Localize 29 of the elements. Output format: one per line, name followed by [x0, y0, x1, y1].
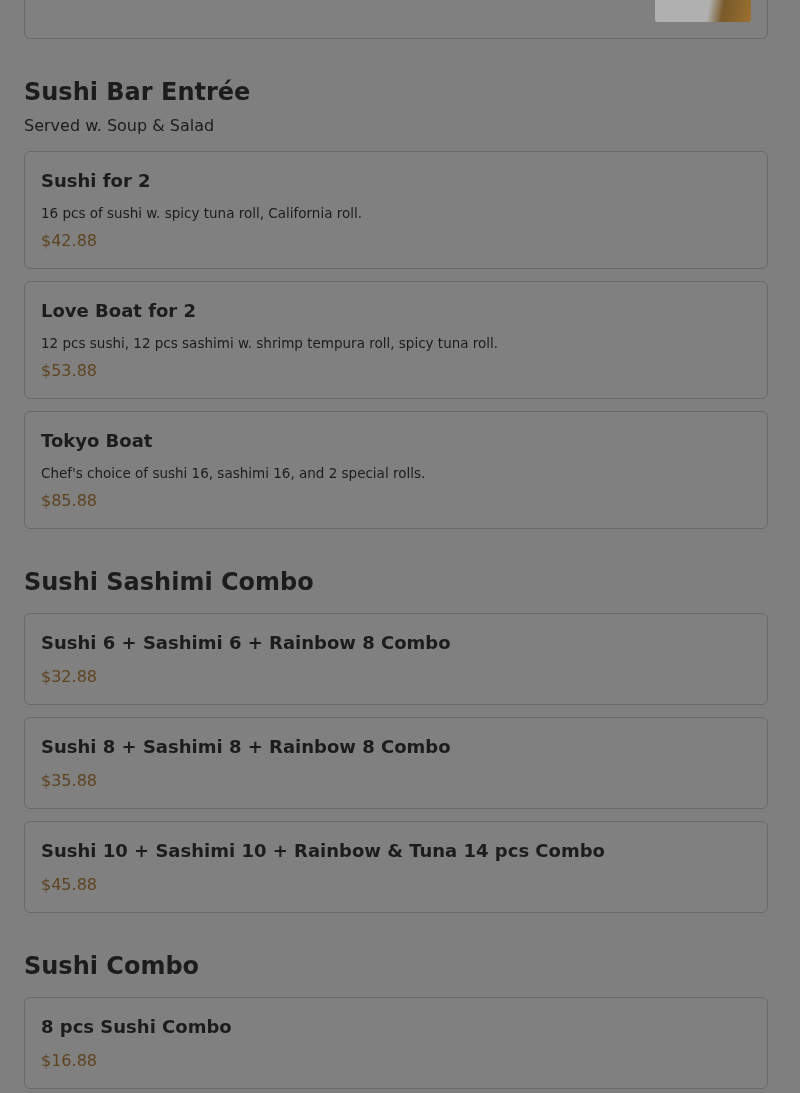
item-price: $35.88	[41, 770, 98, 792]
menu-item-card[interactable]: Tokyo Boat Chef's choice of sushi 16, sashimi 16, and 2 special rolls. $85.88	[24, 411, 768, 529]
item-name: Sushi 6 + Sashimi 6 + Rainbow 8 Combo	[41, 631, 452, 655]
menu-item-card[interactable]: Sushi 8 + Sashimi 8 + Rainbow 8 Combo $35.88	[24, 717, 768, 809]
item-price: $16.88	[41, 1050, 98, 1072]
item-name: Sushi for 2	[41, 169, 152, 193]
menu-item-card[interactable]: Love Boat for 2 12 pcs sushi, 12 pcs sashimi w. shrimp tempura roll, spicy tuna roll. $53.88	[24, 281, 768, 399]
section-heading: Sushi Bar Entrée	[24, 77, 252, 108]
section-heading: Sushi Sashimi Combo	[24, 567, 315, 598]
menu-item-card[interactable]: Sushi 6 + Sashimi 6 + Rainbow 8 Combo $32.88	[24, 613, 768, 705]
item-name: Tokyo Boat	[41, 429, 154, 453]
item-price: $42.88	[41, 230, 98, 252]
item-name: 8 pcs Sushi Combo	[41, 1015, 233, 1039]
menu-item-card[interactable]: Sushi 10 + Sashimi 10 + Rainbow & Tuna 14 pcs Combo $45.88	[24, 821, 768, 913]
item-price: $45.88	[41, 874, 98, 896]
section-subtitle: Served w. Soup & Salad	[24, 115, 216, 137]
item-description: 16 pcs of sushi w. spicy tuna roll, California roll.	[41, 204, 364, 222]
menu-item-card[interactable]: 8 pcs Sushi Combo $16.88	[24, 997, 768, 1089]
section-heading: Sushi Combo	[24, 951, 201, 982]
item-name: Sushi 8 + Sashimi 8 + Rainbow 8 Combo	[41, 735, 452, 759]
item-price: $53.88	[41, 360, 98, 382]
item-description: 12 pcs sushi, 12 pcs sashimi w. shrimp tempura roll, spicy tuna roll.	[41, 334, 500, 352]
item-price: $85.88	[41, 490, 98, 512]
menu-item-card[interactable]	[24, 0, 768, 39]
item-name: Love Boat for 2	[41, 299, 197, 323]
item-name: Sushi 10 + Sashimi 10 + Rainbow & Tuna 14 pcs Combo	[41, 839, 606, 863]
item-price: $32.88	[41, 666, 98, 688]
item-description: Chef's choice of sushi 16, sashimi 16, and 2 special rolls.	[41, 464, 427, 482]
menu-item-card[interactable]: Sushi for 2 16 pcs of sushi w. spicy tuna roll, California roll. $42.88	[24, 151, 768, 269]
